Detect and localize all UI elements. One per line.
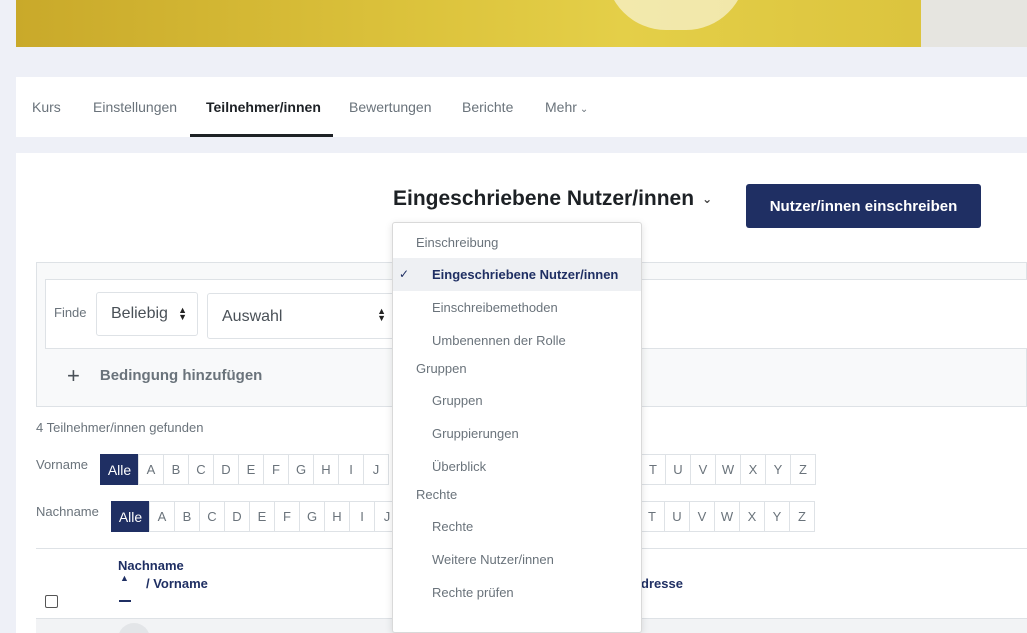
dropdown-item[interactable]: Gruppierungen [393, 417, 641, 450]
nav-tab-settings[interactable]: Einstellungen [93, 77, 177, 137]
active-tab-indicator [190, 134, 333, 137]
lastname-initials-label: Nachname [36, 504, 99, 519]
filter-type-value: Auswahl [222, 308, 283, 325]
add-condition-label: Bedingung hinzufügen [99, 367, 263, 384]
lastname-initials-bar: Alle A B C D E F G H I J [111, 501, 400, 532]
match-select[interactable]: Beliebig ▲ ▼ [96, 292, 198, 336]
dropdown-item[interactable]: Weitere Nutzer/innen [393, 543, 641, 576]
firstname-initial-z[interactable]: Z [790, 454, 816, 485]
lastname-initial-a[interactable]: A [149, 501, 175, 532]
checkmark-icon: ✓ [399, 267, 410, 281]
firstname-initial-all[interactable]: Alle [100, 454, 139, 485]
chevron-down-icon: ⌄ [702, 192, 713, 207]
firstname-initial-c[interactable]: C [188, 454, 214, 485]
firstname-initials-label: Vorname [36, 457, 89, 472]
lastname-initial-y[interactable]: Y [764, 501, 790, 532]
banner-decoration-right [921, 0, 1027, 47]
lastname-initial-g[interactable]: G [299, 501, 325, 532]
sort-indicator-icon [119, 600, 131, 602]
select-arrows-icon: ▲ ▼ [178, 305, 187, 322]
dropdown-item-label: Gruppierungen [432, 426, 519, 441]
lastname-initials-bar-right: TUVWXYZ [639, 501, 815, 532]
firstname-initials-bar: Alle A B C D E F G H I J [100, 454, 389, 485]
firstname-initial-g[interactable]: G [288, 454, 314, 485]
find-label: Finde [54, 305, 87, 320]
lastname-initial-f[interactable]: F [274, 501, 300, 532]
select-arrows-icon: ▲ ▼ [377, 306, 386, 323]
nav-tab-more-label: Mehr [545, 99, 577, 115]
dropdown-section-header: Gruppen [416, 361, 467, 376]
course-banner-image [16, 0, 1027, 47]
lastname-initial-b[interactable]: B [174, 501, 200, 532]
dropdown-item-label: Weitere Nutzer/innen [432, 552, 554, 567]
lastname-initial-v[interactable]: V [689, 501, 715, 532]
firstname-initial-i[interactable]: I [338, 454, 364, 485]
sort-firstname-link[interactable]: / Vorname [146, 576, 208, 591]
lastname-initial-i[interactable]: I [349, 501, 375, 532]
sort-email-link[interactable]: dresse [641, 576, 683, 591]
enrol-users-button[interactable]: Nutzer/innen einschreiben [746, 184, 981, 228]
firstname-initial-x[interactable]: X [740, 454, 766, 485]
firstname-initial-j[interactable]: J [363, 454, 389, 485]
dropdown-item[interactable]: Rechte [393, 510, 641, 543]
dropdown-section-header: Rechte [416, 487, 458, 502]
dropdown-item[interactable]: Gruppen [393, 384, 641, 417]
plus-icon: + [67, 363, 80, 388]
firstname-initial-v[interactable]: V [690, 454, 716, 485]
dropdown-item[interactable]: Umbenennen der Rolle [393, 324, 641, 357]
lastname-initial-w[interactable]: W [714, 501, 740, 532]
match-select-value: Beliebig [111, 305, 168, 322]
page-title: Eingeschriebene Nutzer/innen [393, 187, 695, 210]
dropdown-item[interactable]: Einschreibemethoden [393, 291, 641, 324]
dropdown-item-label: Gruppen [432, 393, 483, 408]
lastname-initial-u[interactable]: U [664, 501, 690, 532]
filter-type-select[interactable]: Auswahl ▲ ▼ [207, 293, 397, 339]
dropdown-item[interactable]: ✓ Eingeschriebene Nutzer/innen [393, 258, 641, 291]
add-condition-button[interactable]: + Bedingung hinzufügen [67, 363, 262, 389]
firstname-initial-y[interactable]: Y [765, 454, 791, 485]
firstname-initial-d[interactable]: D [213, 454, 239, 485]
firstname-initial-a[interactable]: A [138, 454, 164, 485]
dropdown-item-label: Rechte [432, 519, 474, 534]
firstname-initial-b[interactable]: B [163, 454, 189, 485]
participants-count: 4 Teilnehmer/innen gefunden [36, 420, 204, 435]
chevron-down-icon: ⌄ [579, 104, 589, 115]
select-all-checkbox[interactable] [45, 595, 58, 608]
lastname-initial-h[interactable]: H [324, 501, 350, 532]
firstname-initial-h[interactable]: H [313, 454, 339, 485]
dropdown-section-header: Einschreibung [416, 235, 499, 250]
firstname-initial-e[interactable]: E [238, 454, 264, 485]
firstname-initial-u[interactable]: U [665, 454, 691, 485]
dropdown-item-label: Überblick [432, 459, 487, 474]
firstname-initial-f[interactable]: F [263, 454, 289, 485]
page-select-dropdown-menu: Einschreibung ✓ Eingeschriebene Nutzer/inn… [392, 222, 642, 633]
dropdown-item-label: Eingeschriebene Nutzer/innen [432, 267, 619, 282]
lastname-initial-z[interactable]: Z [789, 501, 815, 532]
page-heading-menu[interactable]: Eingeschriebene Nutzer/innen ⌄ [393, 187, 712, 211]
lastname-initial-x[interactable]: X [739, 501, 765, 532]
lastname-initial-t[interactable]: T [639, 501, 665, 532]
sort-asc-icon: ▲ [120, 573, 129, 583]
lastname-initial-e[interactable]: E [249, 501, 275, 532]
dropdown-item-label: Rechte prüfen [432, 585, 514, 600]
banner-decoration [606, 0, 746, 30]
dropdown-item-label: Umbenennen der Rolle [432, 333, 566, 348]
lastname-initial-d[interactable]: D [224, 501, 250, 532]
nav-tab-course[interactable]: Kurs [32, 77, 61, 137]
nav-tab-more[interactable]: Mehr ⌄ [545, 77, 588, 137]
lastname-initial-c[interactable]: C [199, 501, 225, 532]
firstname-initial-w[interactable]: W [715, 454, 741, 485]
nav-tab-participants[interactable]: Teilnehmer/innen [206, 77, 321, 137]
dropdown-item[interactable]: Rechte prüfen [393, 576, 641, 609]
secondary-navigation: Kurs Einstellungen Teilnehmer/innen Bewe… [16, 77, 1027, 137]
dropdown-item[interactable]: Überblick [393, 450, 641, 483]
dropdown-item-label: Einschreibemethoden [432, 300, 558, 315]
firstname-initials-bar-right: TUVWXYZ [640, 454, 816, 485]
nav-tab-grades[interactable]: Bewertungen [349, 77, 432, 137]
lastname-initial-all[interactable]: Alle [111, 501, 150, 532]
nav-tab-reports[interactable]: Berichte [462, 77, 513, 137]
firstname-initial-t[interactable]: T [640, 454, 666, 485]
